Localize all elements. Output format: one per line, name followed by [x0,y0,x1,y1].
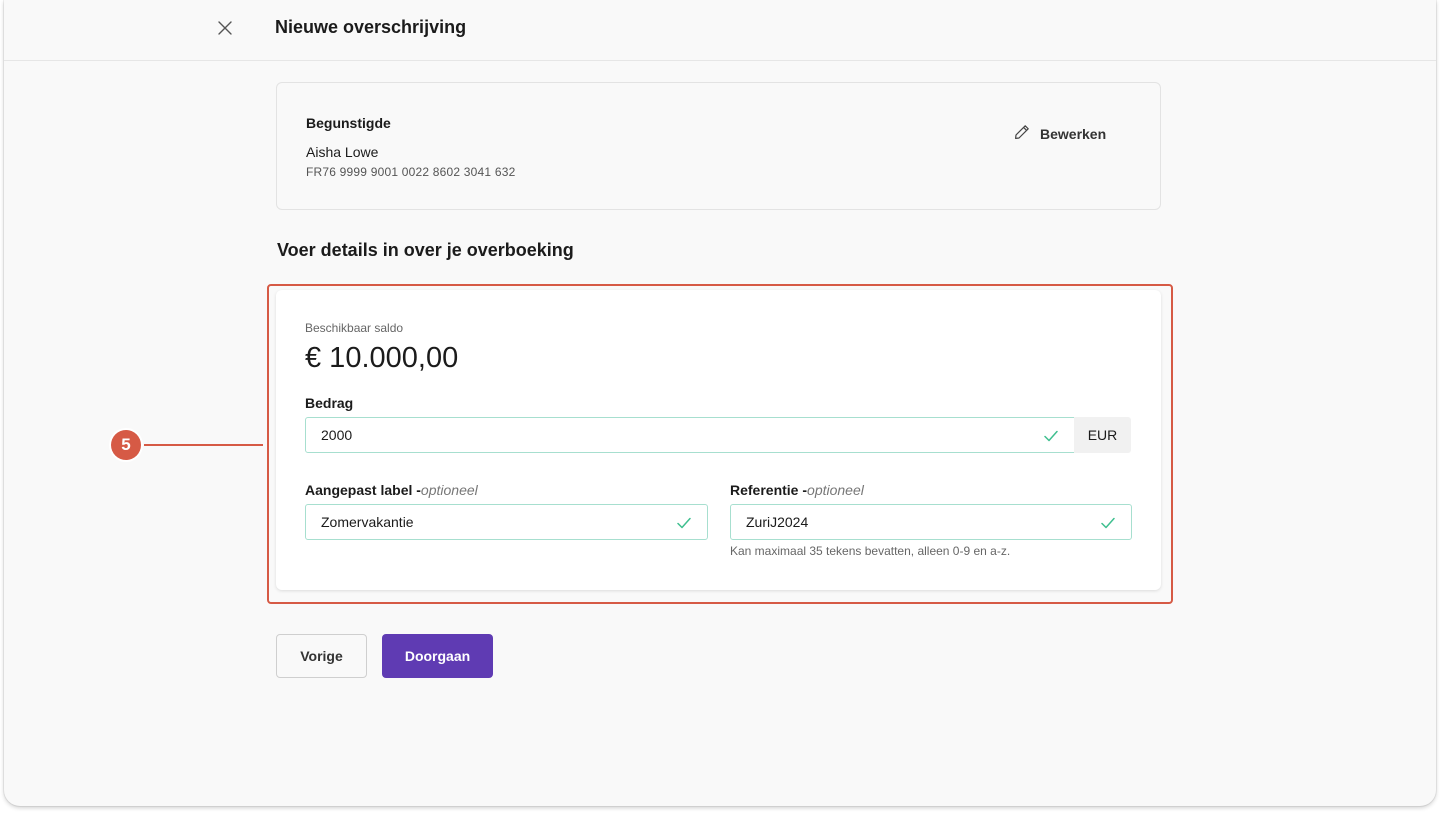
previous-button[interactable]: Vorige [276,634,367,678]
beneficiary-name: Aisha Lowe [306,144,379,160]
edit-button-label: Bewerken [1040,125,1107,142]
top-bar: Nieuwe overschrijving [4,0,1436,61]
section-title: Voer details in over je overboeking [277,240,574,260]
beneficiary-card: Begunstigde Aisha Lowe FR76 9999 9001 00… [276,82,1161,210]
beneficiary-heading: Begunstigde [306,115,391,131]
beneficiary-iban: FR76 9999 9001 0022 8602 3041 632 [306,165,516,179]
continue-button[interactable]: Doorgaan [382,634,493,678]
close-icon[interactable] [212,15,238,41]
annotation-connector [144,444,263,446]
edit-beneficiary-button[interactable]: Bewerken [1014,124,1106,143]
page-title: Nieuwe overschrijving [275,17,467,37]
highlight-box [267,284,1173,604]
step-badge: 5 [111,430,141,460]
pencil-icon [1014,124,1030,143]
transfer-window: Nieuwe overschrijving Begunstigde Aisha … [4,0,1436,806]
